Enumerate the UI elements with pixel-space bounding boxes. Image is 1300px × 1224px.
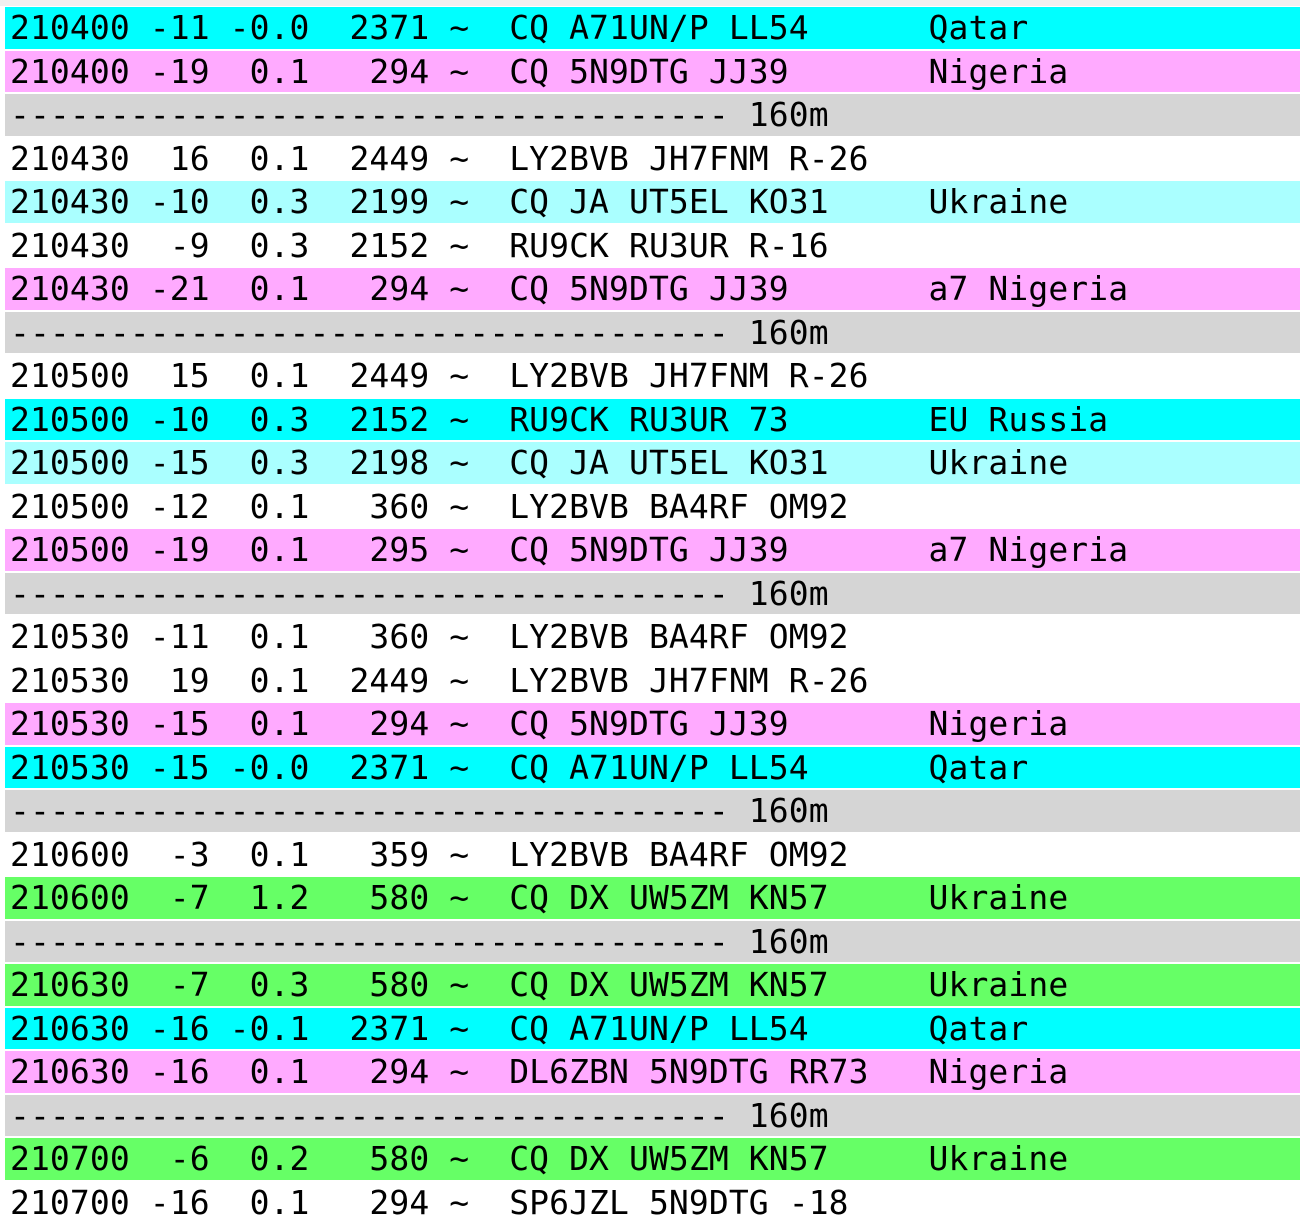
decode-row[interactable]: 210630 -16 -0.1 2371 ~ CQ A71UN/P LL54 Q… xyxy=(0,1007,1300,1051)
decode-row[interactable]: 210500 -10 0.3 2152 ~ RU9CK RU3UR 73 EU … xyxy=(0,398,1300,442)
band-separator-row: ------------------------------------ 160… xyxy=(0,1094,1300,1138)
decode-row[interactable]: 210700 -6 0.2 580 ~ CQ DX UW5ZM KN57 Ukr… xyxy=(0,1137,1300,1181)
decode-list: 210400 -11 -0.0 2371 ~ CQ A71UN/P LL54 Q… xyxy=(0,6,1300,1224)
band-separator-row: ------------------------------------ 160… xyxy=(0,311,1300,355)
decode-row[interactable]: 210430 -9 0.3 2152 ~ RU9CK RU3UR R-16 xyxy=(0,224,1300,268)
decode-row[interactable]: 210530 19 0.1 2449 ~ LY2BVB JH7FNM R-26 xyxy=(0,659,1300,703)
decode-row[interactable]: 210400 -19 0.1 294 ~ CQ 5N9DTG JJ39 Nige… xyxy=(0,50,1300,94)
decode-row[interactable]: 210500 -15 0.3 2198 ~ CQ JA UT5EL KO31 U… xyxy=(0,441,1300,485)
decode-row[interactable]: 210630 -7 0.3 580 ~ CQ DX UW5ZM KN57 Ukr… xyxy=(0,963,1300,1007)
decode-row[interactable]: 210600 -3 0.1 359 ~ LY2BVB BA4RF OM92 xyxy=(0,833,1300,877)
band-separator-row: ------------------------------------ 160… xyxy=(0,93,1300,137)
band-activity-pane: 210400 -11 -0.0 2371 ~ CQ A71UN/P LL54 Q… xyxy=(0,0,1300,1224)
decode-row[interactable]: 210530 -11 0.1 360 ~ LY2BVB BA4RF OM92 xyxy=(0,615,1300,659)
decode-row[interactable]: 210500 -12 0.1 360 ~ LY2BVB BA4RF OM92 xyxy=(0,485,1300,529)
decode-row[interactable]: 210530 -15 0.1 294 ~ CQ 5N9DTG JJ39 Nige… xyxy=(0,702,1300,746)
decode-row[interactable]: 210530 -15 -0.0 2371 ~ CQ A71UN/P LL54 Q… xyxy=(0,746,1300,790)
band-separator-row: ------------------------------------ 160… xyxy=(0,920,1300,964)
decode-row[interactable]: 210400 -11 -0.0 2371 ~ CQ A71UN/P LL54 Q… xyxy=(0,6,1300,50)
decode-row[interactable]: 210430 16 0.1 2449 ~ LY2BVB JH7FNM R-26 xyxy=(0,137,1300,181)
band-separator-row: ------------------------------------ 160… xyxy=(0,789,1300,833)
decode-row[interactable]: 210430 -10 0.3 2199 ~ CQ JA UT5EL KO31 U… xyxy=(0,180,1300,224)
band-separator-row: ------------------------------------ 160… xyxy=(0,572,1300,616)
decode-row[interactable]: 210630 -16 0.1 294 ~ DL6ZBN 5N9DTG RR73 … xyxy=(0,1050,1300,1094)
decode-row[interactable]: 210430 -21 0.1 294 ~ CQ 5N9DTG JJ39 a7 N… xyxy=(0,267,1300,311)
decode-row[interactable]: 210700 -16 0.1 294 ~ SP6JZL 5N9DTG -18 xyxy=(0,1181,1300,1224)
decode-row[interactable]: 210600 -7 1.2 580 ~ CQ DX UW5ZM KN57 Ukr… xyxy=(0,876,1300,920)
decode-row[interactable]: 210500 15 0.1 2449 ~ LY2BVB JH7FNM R-26 xyxy=(0,354,1300,398)
decode-row[interactable]: 210500 -19 0.1 295 ~ CQ 5N9DTG JJ39 a7 N… xyxy=(0,528,1300,572)
